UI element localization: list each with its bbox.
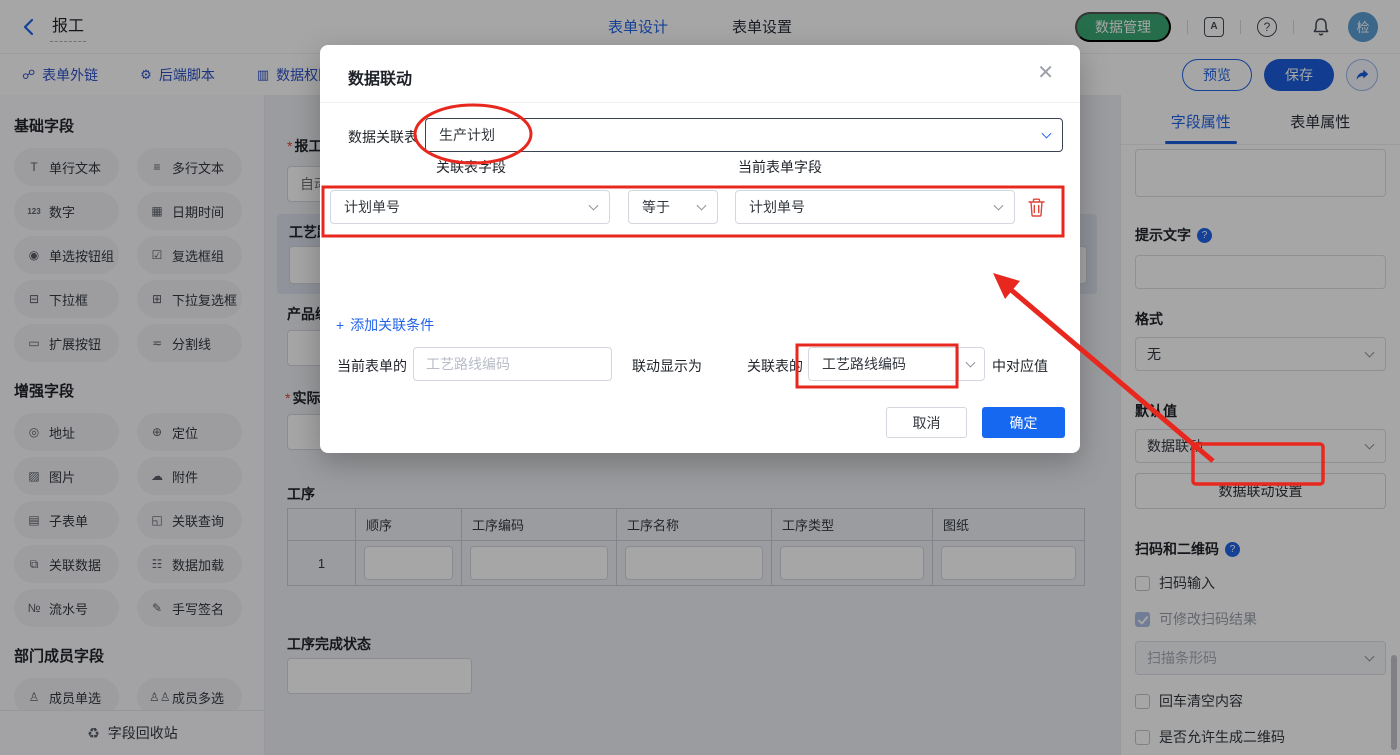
current-form-field-input[interactable] (413, 347, 612, 381)
related-field-chevron[interactable] (958, 347, 985, 381)
delete-condition-icon[interactable] (1028, 198, 1048, 218)
confirm-button[interactable]: 确定 (982, 407, 1065, 438)
linkage-display-label: 联动显示为 (632, 358, 702, 374)
chevron-down-icon (965, 357, 976, 368)
plus-icon: + (336, 317, 345, 333)
data-linkage-modal: 数据联动 ✕ 数据关联表 生产计划 关联表字段 当前表单字段 计划单号 等于 计… (320, 45, 1080, 453)
app-root: 报工 表单设计 表单设置 数据管理 A ? 检 ☍ 表单外链 ⚙ 后端脚本 ▥ 数据权… (0, 0, 1400, 755)
related-field-column-header: 关联表字段 (436, 159, 506, 175)
cancel-button[interactable]: 取消 (886, 407, 967, 438)
relation-table-select[interactable]: 生产计划 (425, 118, 1063, 152)
related-table-label: 关联表的 (747, 358, 803, 374)
relation-table-label: 数据关联表 (348, 129, 418, 145)
chevron-down-icon (993, 200, 1004, 211)
modal-title: 数据联动 (348, 71, 413, 88)
current-form-column-header: 当前表单字段 (738, 159, 822, 175)
operator-select[interactable]: 等于 (628, 190, 718, 224)
divider (320, 102, 1080, 103)
form-field-select[interactable]: 计划单号 (735, 190, 1015, 224)
value-suffix-label: 中对应值 (992, 358, 1048, 374)
related-field-value-select[interactable]: 工艺路线编码 (808, 347, 958, 381)
close-icon[interactable]: ✕ (1037, 63, 1054, 83)
chevron-down-icon (588, 200, 599, 211)
related-field-select[interactable]: 计划单号 (330, 190, 610, 224)
chevron-down-icon (1041, 128, 1052, 139)
add-condition-link[interactable]: + 添加关联条件 (336, 315, 434, 335)
chevron-down-icon (696, 200, 707, 211)
current-form-prefix-label: 当前表单的 (337, 358, 407, 374)
